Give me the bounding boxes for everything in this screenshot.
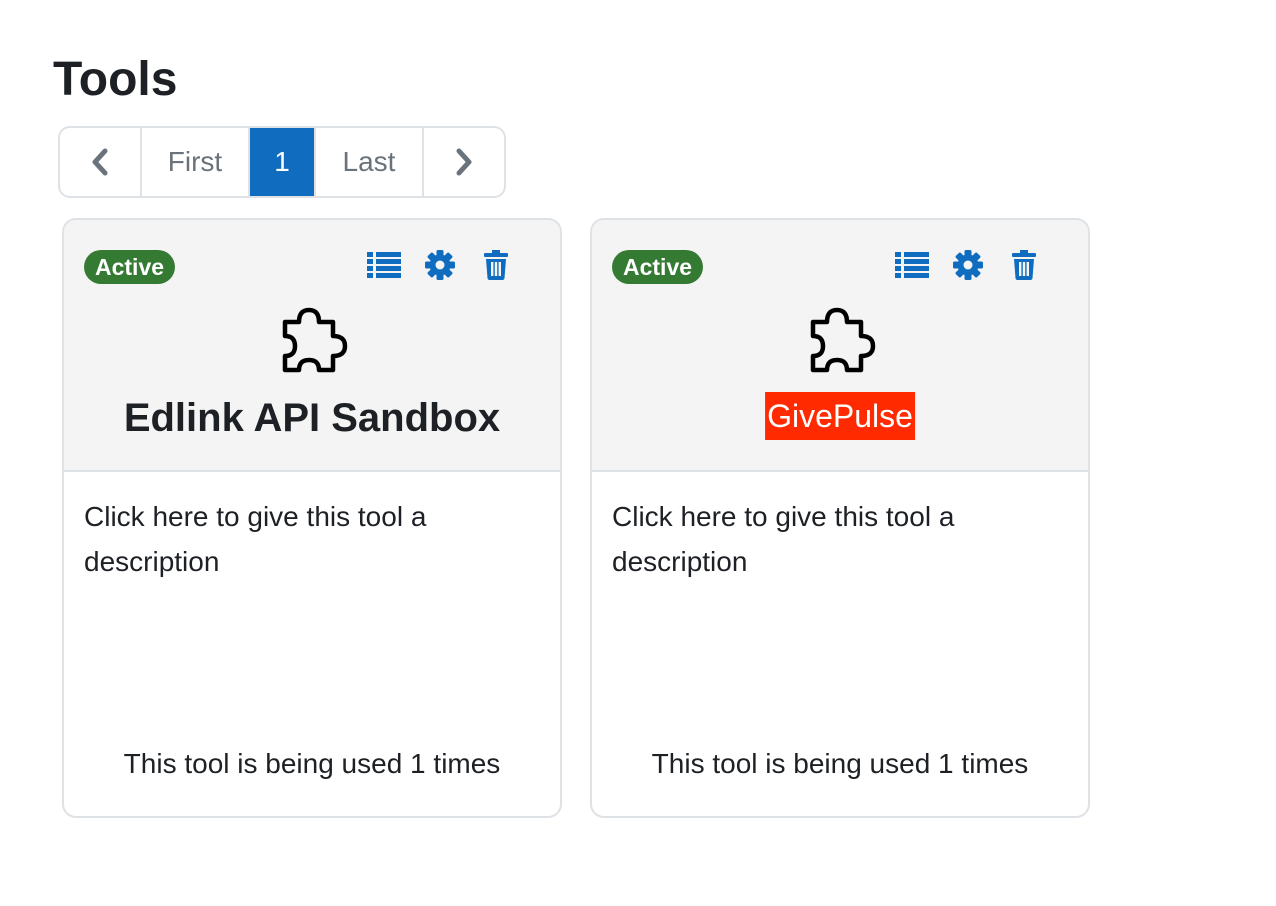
first-page-button[interactable]: First [142,128,250,196]
tool-usage-count: This tool is being used 1 times [651,748,1029,779]
tool-name-logo: GivePulse [765,392,915,440]
trash-icon[interactable] [996,248,1052,282]
chevron-left-icon [92,148,108,176]
tool-card: Active [590,218,1090,818]
tool-description[interactable]: Click here to give this tool a descripti… [612,494,1052,584]
status-badge: Active [612,250,704,284]
puzzle-piece-icon [282,307,348,373]
page-title: Tools [53,53,178,106]
tool-name: Edlink API Sandbox [123,396,501,440]
list-icon[interactable] [884,248,940,282]
current-page-button[interactable]: 1 [250,128,314,196]
tool-actions [356,248,524,282]
list-icon[interactable] [356,248,412,282]
next-page-button[interactable] [424,128,504,196]
tool-usage-count: This tool is being used 1 times [123,748,501,779]
tool-description[interactable]: Click here to give this tool a descripti… [84,494,524,584]
status-badge: Active [84,250,176,284]
gear-icon[interactable] [412,248,468,282]
chevron-right-icon [456,148,472,176]
gear-icon[interactable] [940,248,996,282]
trash-icon[interactable] [468,248,524,282]
pagination: First 1 Last [58,126,506,198]
tool-actions [884,248,1052,282]
tool-card-header: Active [64,220,560,472]
puzzle-piece-icon [810,307,876,373]
tool-card-header: Active [592,220,1088,472]
last-page-button[interactable]: Last [314,128,424,196]
tool-card: Active [62,218,562,818]
prev-page-button[interactable] [60,128,142,196]
